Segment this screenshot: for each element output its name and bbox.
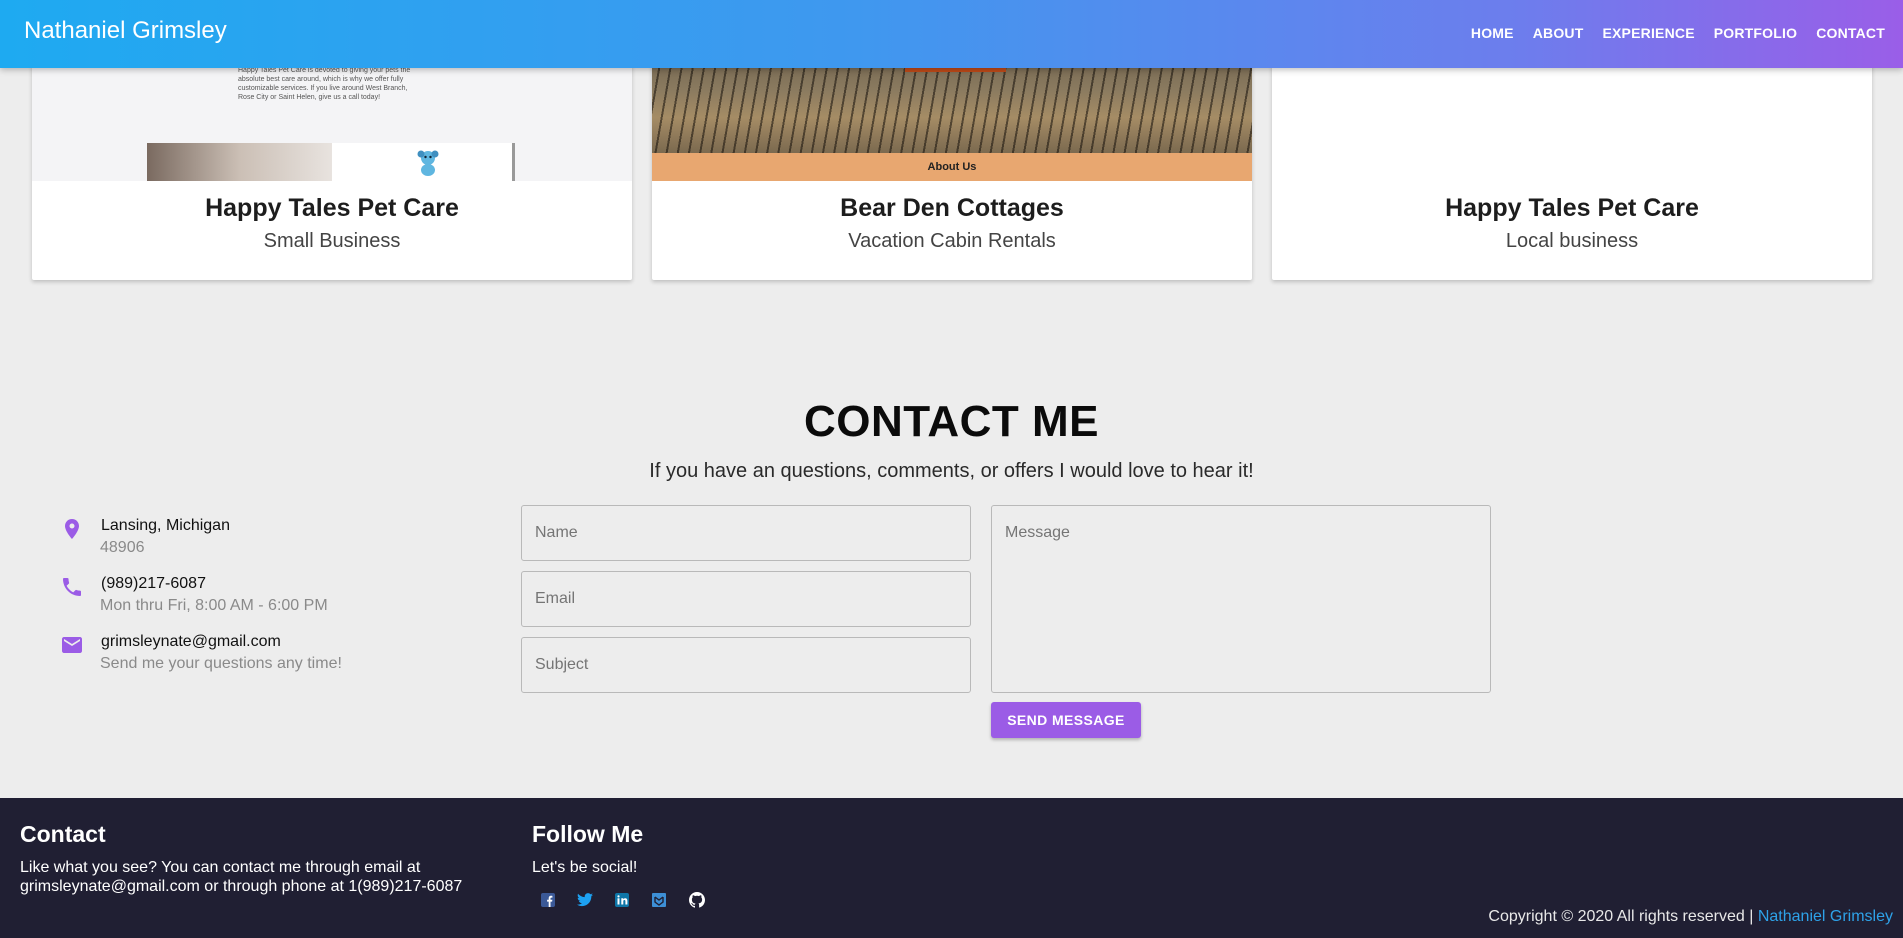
codepen-icon[interactable] <box>651 892 667 913</box>
subject-input[interactable] <box>521 637 971 693</box>
thumbnail-text: Happy Tales Pet Care is devoted to givin… <box>238 67 411 101</box>
footer-contact-text-line1: Like what you see? You can contact me th… <box>20 859 421 876</box>
brand-name[interactable]: Nathaniel Grimsley <box>24 17 227 45</box>
nav-home[interactable]: HOME <box>1471 25 1514 41</box>
card-title: Happy Tales Pet Care <box>1445 194 1699 222</box>
copyright-text: Copyright © 2020 All rights reserved | <box>1488 908 1754 925</box>
portfolio-card-happy-tales-local[interactable]: Happy Tales Pet Care Local business <box>1272 40 1872 280</box>
contact-heading: CONTACT ME <box>803 397 1100 446</box>
name-input[interactable] <box>521 505 971 561</box>
card-title: Bear Den Cottages <box>840 194 1064 222</box>
twitter-icon[interactable] <box>577 893 593 912</box>
copyright-name-link[interactable]: Nathaniel Grimsley <box>1758 908 1893 925</box>
contact-subheading: If you have an questions, comments, or o… <box>649 460 1254 482</box>
card-subtitle: Local business <box>1505 230 1639 252</box>
location-zip: 48906 <box>100 539 145 556</box>
portfolio-card-happy-tales[interactable]: Happy Tales Pet Care is devoted to givin… <box>32 40 632 280</box>
footer-follow-heading: Follow Me <box>532 821 644 847</box>
copyright: Copyright © 2020 All rights reserved | N… <box>1488 908 1893 926</box>
thumbnail-photo <box>147 143 332 181</box>
email-icon <box>60 633 84 657</box>
card-subtitle: Vacation Cabin Rentals <box>848 230 1056 252</box>
footer-contact-text-line2: grimsleynate@gmail.com or through phone … <box>20 878 463 895</box>
phone-hours: Mon thru Fri, 8:00 AM - 6:00 PM <box>100 597 328 614</box>
thumbnail-about-bar: About Us <box>652 153 1252 181</box>
email-note: Send me your questions any time! <box>100 655 342 672</box>
location-city: Lansing, Michigan <box>101 517 230 534</box>
github-icon[interactable] <box>689 892 705 913</box>
card-title: Happy Tales Pet Care <box>205 194 459 222</box>
phone-number: (989)217-6087 <box>101 575 206 592</box>
location-pin-icon <box>60 517 84 541</box>
nav-menu: HOME ABOUT EXPERIENCE PORTFOLIO CONTACT <box>1471 25 1885 41</box>
footer: Contact Like what you see? You can conta… <box>0 798 1903 938</box>
footer-contact-heading: Contact <box>20 821 106 847</box>
footer-follow-text: Let's be social! <box>532 859 638 876</box>
email-input[interactable] <box>521 571 971 627</box>
portfolio-card-bear-den[interactable]: BOOK YOUR STAY About Us Bear Den Cottage… <box>652 40 1252 280</box>
nav-experience[interactable]: EXPERIENCE <box>1602 25 1694 41</box>
card-subtitle: Small Business <box>263 230 401 252</box>
top-navbar: Nathaniel Grimsley HOME ABOUT EXPERIENCE… <box>0 0 1903 68</box>
dog-mascot-icon <box>415 148 441 181</box>
nav-contact[interactable]: CONTACT <box>1816 25 1885 41</box>
social-links <box>541 892 705 913</box>
email-address: grimsleynate@gmail.com <box>101 633 281 650</box>
phone-icon <box>60 575 84 599</box>
send-message-button[interactable]: SEND MESSAGE <box>991 702 1141 738</box>
nav-about[interactable]: ABOUT <box>1533 25 1584 41</box>
nav-portfolio[interactable]: PORTFOLIO <box>1714 25 1797 41</box>
linkedin-icon[interactable] <box>615 893 629 912</box>
message-textarea[interactable] <box>991 505 1491 693</box>
facebook-icon[interactable] <box>541 893 555 912</box>
